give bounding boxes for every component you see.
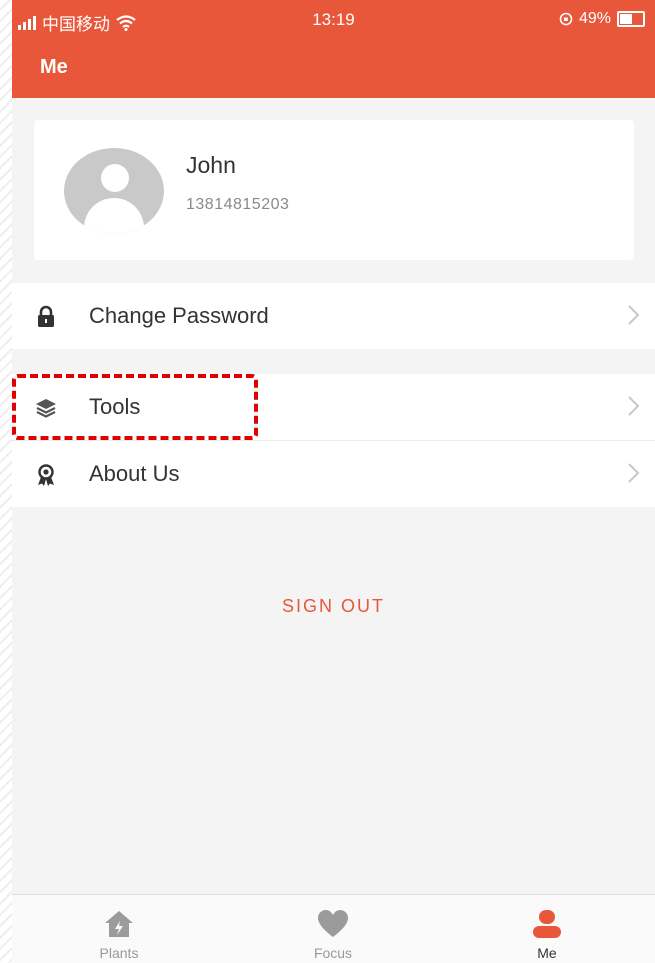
- status-bar: 中国移动 13:19 49%: [12, 8, 655, 38]
- user-name: John: [186, 152, 236, 178]
- status-right: 49%: [559, 10, 645, 28]
- lock-icon: [38, 305, 54, 327]
- battery-icon: [617, 11, 645, 27]
- user-icon: [533, 910, 561, 938]
- layers-icon: [36, 399, 56, 418]
- badge-icon: [38, 464, 54, 486]
- menu-label-change-password: Change Password: [89, 303, 269, 328]
- sign-out-button[interactable]: SIGN OUT: [12, 596, 655, 617]
- tab-focus[interactable]: Focus: [226, 895, 440, 963]
- tab-label-focus: Focus: [313, 945, 353, 961]
- tab-label-plants: Plants: [99, 945, 139, 961]
- chevron-right-icon: [628, 396, 640, 416]
- avatar[interactable]: [64, 148, 164, 234]
- page-title: Me: [40, 56, 68, 78]
- app-screen: 中国移动 13:19 49% Me John 13814815203 Chang…: [12, 0, 655, 963]
- menu-item-tools[interactable]: Tools: [12, 374, 655, 440]
- profile-card[interactable]: John 13814815203: [34, 120, 634, 260]
- heart-icon: [318, 910, 348, 937]
- chevron-right-icon: [628, 305, 640, 325]
- tab-label-me: Me: [537, 945, 557, 961]
- orientation-lock-icon: [559, 12, 573, 26]
- battery-fill: [620, 14, 632, 24]
- chevron-right-icon: [628, 463, 640, 483]
- tab-bar: Plants Focus Me: [12, 894, 655, 963]
- menu-item-about-us[interactable]: About Us: [12, 441, 655, 507]
- battery-percent: 49%: [578, 10, 611, 27]
- tab-me[interactable]: Me: [440, 895, 654, 963]
- menu-label-tools: Tools: [89, 394, 141, 419]
- background-pattern: [0, 0, 12, 963]
- app-header: 中国移动 13:19 49% Me: [12, 0, 655, 98]
- home-icon: [105, 911, 133, 937]
- menu-item-change-password[interactable]: Change Password: [12, 283, 655, 349]
- menu-label-about-us: About Us: [89, 461, 180, 486]
- tab-plants[interactable]: Plants: [12, 895, 226, 963]
- user-phone: 13814815203: [186, 196, 290, 213]
